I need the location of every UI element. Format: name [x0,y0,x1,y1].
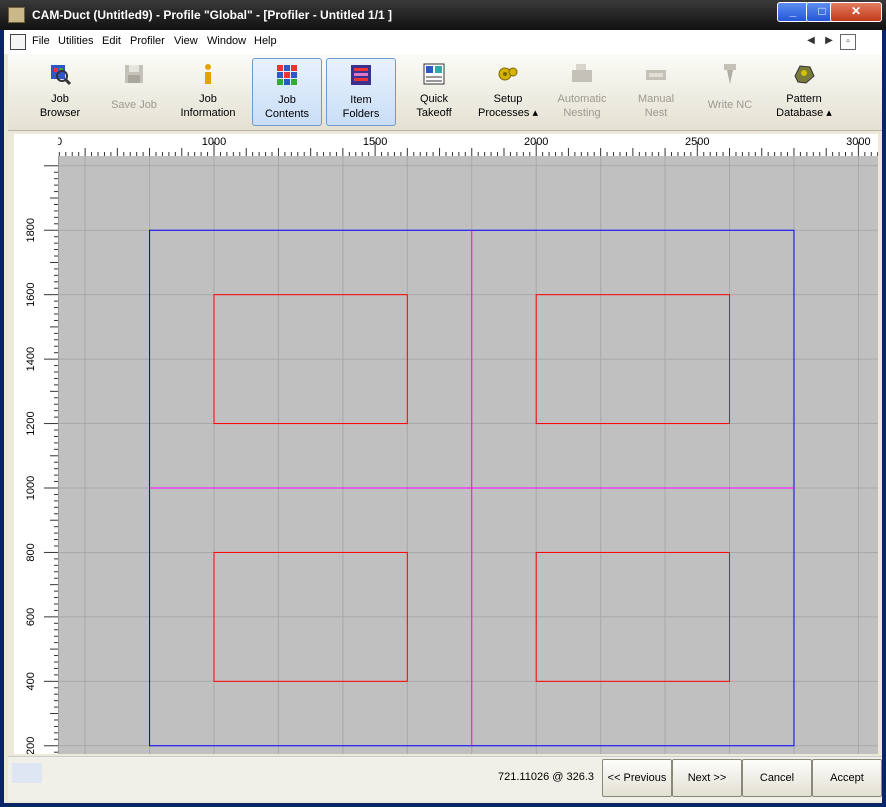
ruler-y-label: 200 [25,737,37,754]
ruler-y-label: 600 [25,608,37,626]
coordinate-readout: 721.11026 @ 326.3 [498,771,594,783]
setup-processes-label: Setup Processes ▴ [478,93,538,119]
app-icon [8,7,25,23]
previous-button[interactable]: << Previous [602,759,672,797]
vertical-ruler: 1800 1600 1400 1200 1000 800 600 400 200 [14,156,59,754]
menu-help[interactable]: Help [254,35,277,47]
job-contents-button[interactable]: Job Contents [252,58,322,126]
ruler-y-label: 1000 [25,476,37,500]
status-bar: 721.11026 @ 326.3 << Previous Next >> Ca… [8,756,882,801]
quick-takeoff-icon [423,63,445,85]
automatic-nesting-button[interactable]: Automatic Nesting [548,58,616,124]
quick-takeoff-label: Quick Takeoff [416,93,452,119]
ruler-x-label: 1500 [363,136,387,148]
write-nc-label: Write NC [707,99,753,111]
menu-window[interactable]: Window [207,35,246,47]
ruler-y-label: 800 [25,543,37,561]
save-job-button[interactable]: Save Job [100,58,168,124]
menu-view[interactable]: View [174,35,198,47]
menu-profiler[interactable]: Profiler [130,35,165,47]
drawing-canvas[interactable] [59,156,878,754]
job-contents-icon [277,65,297,85]
restore-icon[interactable]: ▫ [840,34,856,50]
menu-utilities[interactable]: Utilities [58,35,93,47]
info-icon [205,64,211,84]
menu-file[interactable]: File [32,35,50,47]
document-icon[interactable] [10,34,26,50]
job-browser-button[interactable]: Job Browser [26,58,94,124]
job-browser-icon [51,65,72,86]
save-job-icon [125,65,143,83]
cancel-button[interactable]: Cancel [742,759,812,797]
automatic-nesting-icon [572,64,592,82]
scroll-right-icon[interactable]: ▶ [822,34,836,48]
minimize-button[interactable]: _ [777,2,809,22]
ruler-y-label: 1200 [25,411,37,435]
title-bar[interactable]: CAM-Duct (Untitled9) - Profile "Global" … [0,0,886,30]
ruler-x-label: 2500 [685,136,709,148]
pattern-database-button[interactable]: Pattern Database ▴ [770,58,838,124]
job-contents-label: Job Contents [264,94,310,120]
manual-nest-icon [646,70,666,80]
job-information-button[interactable]: Job Information [174,58,242,124]
ruler-x-label: 500 [58,136,62,148]
close-button[interactable]: ✕ [830,2,882,22]
menu-edit[interactable]: Edit [102,35,121,47]
pattern-database-icon [794,65,815,84]
accept-button[interactable]: Accept [812,759,882,797]
setup-processes-button[interactable]: Setup Processes ▴ [474,58,542,124]
toolbar: Job Browser Save Job Job Information Job… [8,54,882,131]
automatic-nesting-label: Automatic Nesting [557,93,607,119]
ruler-y-label: 1400 [25,347,37,371]
ruler-x-label: 2000 [524,136,548,148]
write-nc-icon [724,64,736,84]
status-left-pane [12,763,42,783]
quick-takeoff-button[interactable]: Quick Takeoff [400,58,468,124]
window-title: CAM-Duct (Untitled9) - Profile "Global" … [32,8,393,22]
next-button[interactable]: Next >> [672,759,742,797]
write-nc-button[interactable]: Write NC [696,58,764,124]
menu-bar: File Utilities Edit Profiler View Window… [4,30,882,54]
job-browser-label: Job Browser [39,93,81,119]
item-folders-icon [351,65,371,85]
item-folders-label: Item Folders [342,94,380,120]
ruler-y-label: 1800 [25,218,37,242]
ruler-corner [14,134,58,156]
horizontal-ruler: 500 1000 1500 2000 2500 3000 [58,134,878,157]
pattern-database-label: Pattern Database ▴ [776,93,832,119]
client-area: File Utilities Edit Profiler View Window… [4,30,882,803]
save-job-label: Save Job [111,99,157,111]
job-information-label: Job Information [180,93,236,119]
scroll-left-icon[interactable]: ◀ [804,34,818,48]
ruler-y-label: 1600 [25,282,37,306]
manual-nest-button[interactable]: Manual Nest [622,58,690,124]
main-window: CAM-Duct (Untitled9) - Profile "Global" … [0,0,886,807]
item-folders-button[interactable]: Item Folders [326,58,396,126]
ruler-y-label: 400 [25,672,37,690]
mdi-controls: ◀ ▶ ▫ [804,34,856,50]
drawing-svg[interactable] [59,156,878,754]
ruler-x-label: 3000 [846,136,870,148]
setup-processes-icon [498,67,518,81]
manual-nest-label: Manual Nest [637,93,675,119]
ruler-x-label: 1000 [202,136,226,148]
